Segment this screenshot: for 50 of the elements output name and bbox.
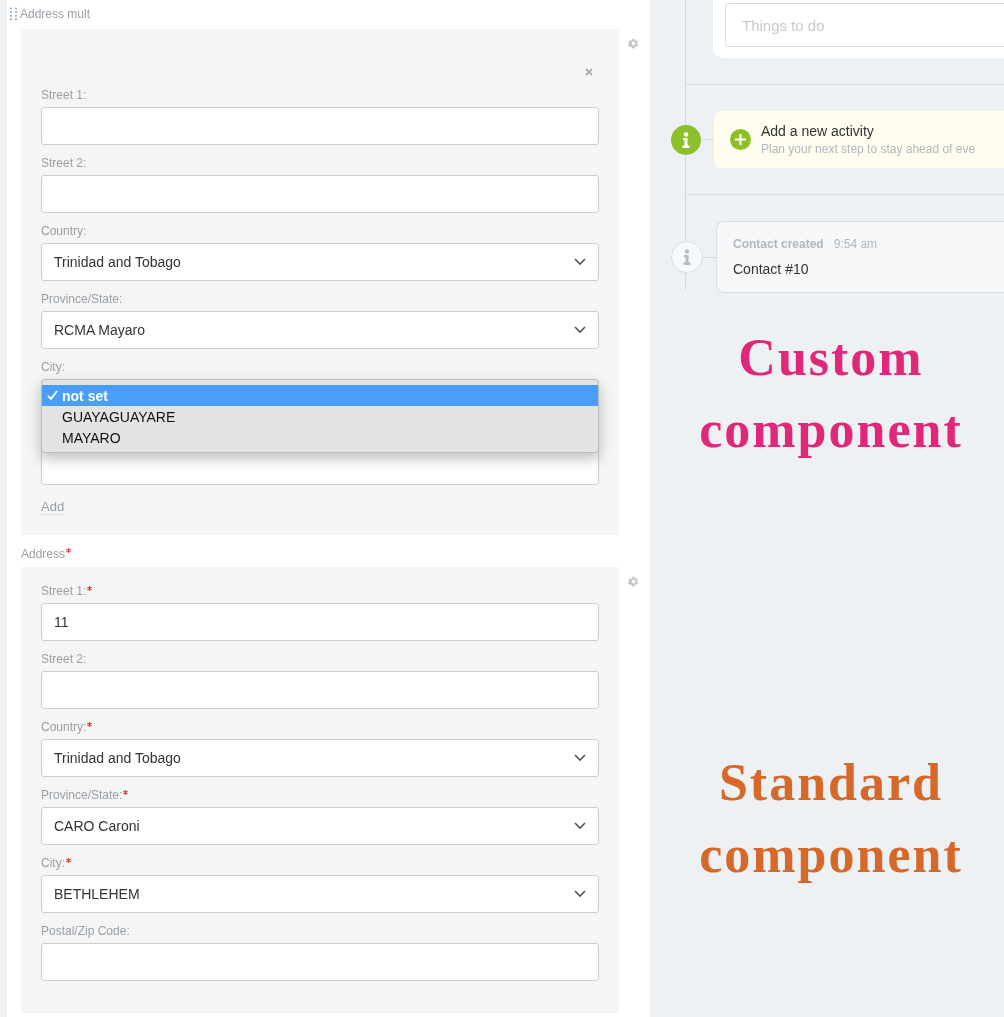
text-field[interactable]: 11 (41, 603, 599, 641)
gear-icon[interactable] (627, 575, 640, 588)
add-activity-card[interactable]: Add a new activity Plan your next step to stay ahead of eve (714, 111, 1004, 168)
plus-icon (730, 129, 751, 150)
field-label: Postal/Zip Code: (41, 925, 131, 937)
select-field[interactable]: Trinidad and Tobago (41, 243, 599, 281)
event-time: 9:54 am (833, 237, 878, 251)
field-label: Street 1: (41, 89, 88, 101)
annotation-text: Custom component (698, 328, 964, 460)
field-label: City: (41, 857, 599, 869)
required-icon (66, 858, 71, 863)
check-icon (46, 390, 58, 401)
chevron-down-icon (574, 754, 586, 762)
chevron-down-icon (574, 326, 586, 334)
required-icon (123, 790, 129, 795)
chevron-down-icon (574, 822, 586, 830)
field-label: Country: (41, 225, 88, 237)
section-title: Address (21, 547, 72, 561)
field-label: Street 1: (41, 585, 599, 597)
chevron-down-icon (574, 258, 586, 266)
field-label: Country: (41, 721, 599, 733)
section-title: Address mult (20, 7, 91, 21)
field-label: Street 2: (41, 653, 88, 665)
event-title: Contact created (733, 237, 824, 251)
required-icon (87, 586, 93, 591)
text-field[interactable] (41, 175, 599, 213)
select-field[interactable]: RCMA Mayaro (41, 311, 599, 349)
required-icon (66, 548, 72, 553)
activity-title: Add a new activity (761, 123, 875, 139)
field-label: Province/State: (41, 789, 599, 801)
text-field[interactable] (41, 107, 599, 145)
select-field[interactable]: Trinidad and Tobago (41, 739, 599, 777)
chevron-down-icon (574, 890, 586, 898)
drag-handle-icon[interactable] (10, 7, 17, 21)
dropdown-option[interactable]: MAYARO (42, 427, 598, 448)
select-field[interactable]: BETHLEHEM (41, 875, 599, 913)
field-label: City: (41, 361, 66, 373)
gear-icon[interactable] (627, 37, 640, 50)
activity-subtitle: Plan your next step to stay ahead of eve (761, 142, 976, 156)
select-field[interactable]: CARO Caroni (41, 807, 599, 845)
field-label: Province/State: (41, 293, 124, 305)
text-field[interactable] (41, 943, 599, 981)
info-icon (671, 124, 701, 155)
dropdown-option[interactable]: GUAYAGUAYARE (42, 406, 598, 427)
text-field[interactable] (41, 671, 599, 709)
close-icon[interactable] (585, 68, 593, 76)
annotation-text: Standard component (698, 753, 964, 885)
required-icon (87, 722, 93, 727)
field-label: Street 2: (41, 157, 88, 169)
event-body: Contact #10 (733, 261, 810, 277)
